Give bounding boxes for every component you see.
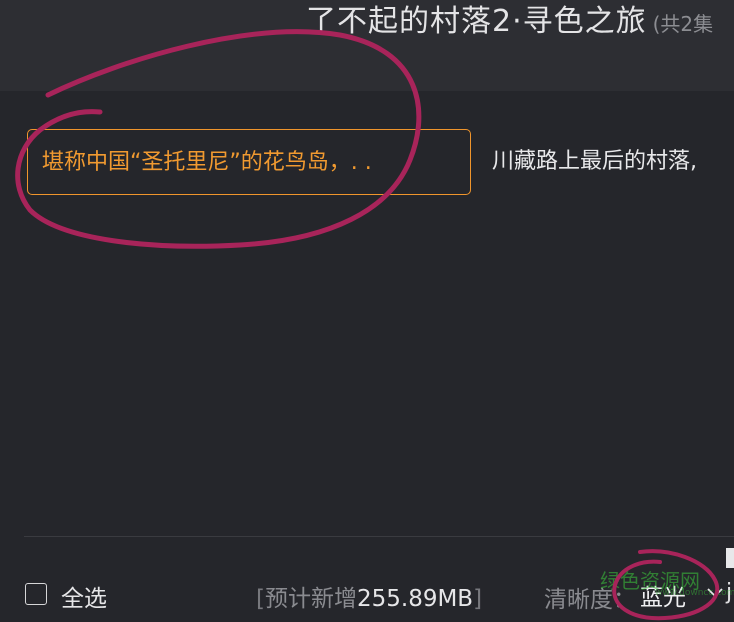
size-label: 预计新增 [264, 586, 357, 612]
select-all-checkbox[interactable] [25, 583, 47, 605]
footer-divider [24, 536, 734, 537]
episode-item[interactable]: 川藏路上最后的村落, [492, 129, 734, 195]
annotation-overlay [15, 29, 719, 621]
series-title: 了不起的村落2·寻色之旅 [306, 4, 647, 39]
edge-icon [726, 548, 734, 568]
size-open-bracket: [ [256, 586, 265, 612]
estimated-size: [预计新增255.89MB] [256, 579, 482, 613]
episode-count: (共2集 [652, 12, 714, 36]
title-area: 了不起的村落2·寻色之旅 (共2集 [306, 0, 713, 40]
episode-item-selected[interactable]: 堪称中国“圣托里尼”的花鸟岛，. . [27, 129, 471, 195]
select-all-label[interactable]: 全选 [61, 579, 107, 613]
panel-header: 了不起的村落2·寻色之旅 (共2集 [0, 0, 734, 91]
download-panel: 了不起的村落2·寻色之旅 (共2集 堪称中国“圣托里尼”的花鸟岛，. . 川藏路上… [0, 0, 734, 622]
size-value: 255.89MB [356, 586, 474, 612]
size-close-bracket: ] [473, 586, 483, 612]
watermark-url: www.downcc.com [655, 588, 734, 598]
